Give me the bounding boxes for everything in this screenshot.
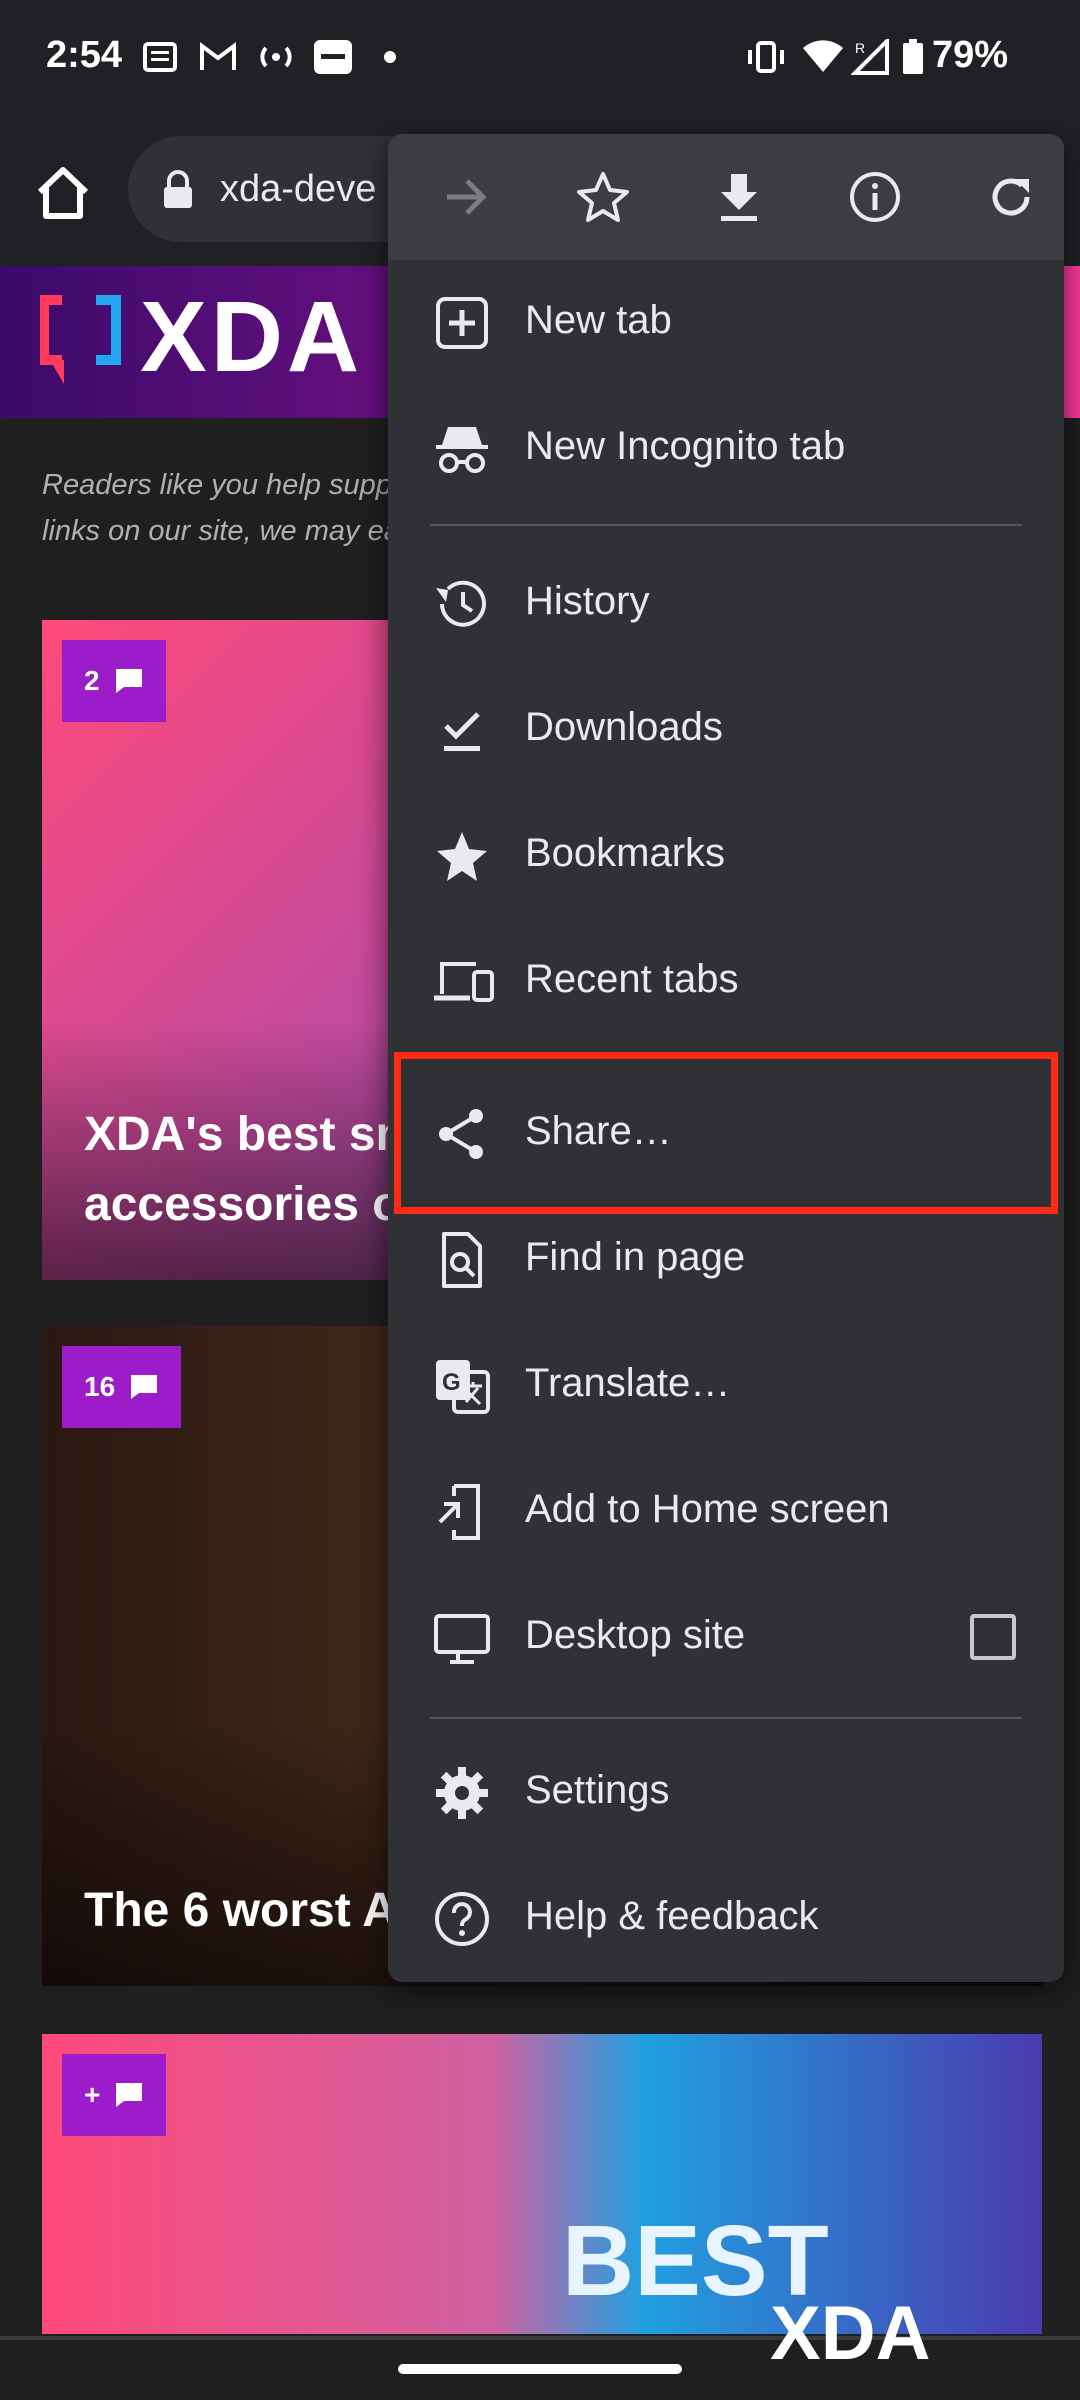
- gear-icon: [432, 1763, 492, 1823]
- hotspot-icon: [254, 38, 298, 76]
- monitor-icon: [432, 1608, 492, 1668]
- xda-logo-mark-icon: [39, 290, 124, 390]
- menu-item-find-in-page[interactable]: Find in page: [388, 1197, 1064, 1323]
- find-in-page-icon: [432, 1230, 492, 1290]
- comment-count: 16: [84, 1371, 116, 1402]
- star-outline-icon: [577, 172, 629, 222]
- vibrate-icon: [744, 38, 788, 76]
- translate-icon: G: [432, 1356, 492, 1416]
- menu-item-recent-tabs[interactable]: Recent tabs: [388, 919, 1064, 1045]
- wifi-icon: [800, 38, 846, 76]
- affiliate-disclaimer: Readers like you help suppo links on our…: [42, 462, 402, 554]
- gmail-icon: [196, 38, 240, 76]
- comment-icon: [131, 1375, 158, 1399]
- bookmark-button[interactable]: [568, 162, 638, 232]
- article-title-line-1: XDA's best sm: [84, 1108, 419, 1161]
- battery-icon: [898, 38, 928, 76]
- comment-icon: [115, 669, 142, 693]
- menu-item-settings[interactable]: Settings: [388, 1730, 1064, 1856]
- menu-item-label: New Incognito tab: [525, 424, 846, 468]
- battery-percentage: 79%: [932, 34, 1009, 76]
- more-notifications-dot-icon: [380, 38, 400, 76]
- share-highlight-box: [394, 1052, 1058, 1214]
- paytm-icon: [312, 38, 354, 76]
- menu-item-label: Downloads: [525, 705, 723, 749]
- svg-text:R: R: [855, 40, 865, 56]
- article-card[interactable]: + BEST: [42, 2034, 1042, 2334]
- menu-item-label: Find in page: [525, 1235, 746, 1279]
- add-to-home-icon: [432, 1482, 492, 1542]
- devices-icon: [432, 952, 494, 1012]
- menu-divider: [430, 524, 1022, 526]
- menu-item-help-feedback[interactable]: Help & feedback: [388, 1856, 1064, 1982]
- forward-button[interactable]: [431, 162, 501, 232]
- menu-item-add-to-home-screen[interactable]: Add to Home screen: [388, 1449, 1064, 1575]
- xda-logo[interactable]: XDA: [140, 280, 363, 395]
- arrow-forward-icon: [447, 179, 487, 215]
- download-icon: [721, 174, 757, 221]
- desktop-site-checkbox[interactable]: [970, 1614, 1016, 1660]
- article-title[interactable]: XDA's best sm accessories o: [84, 1100, 418, 1240]
- comment-badge[interactable]: +: [62, 2054, 167, 2136]
- comment-icon: [116, 2083, 143, 2107]
- menu-item-label: Recent tabs: [525, 957, 739, 1001]
- incognito-icon: [432, 419, 492, 479]
- info-icon: [850, 172, 900, 222]
- star-filled-icon: [432, 826, 492, 886]
- xda-watermark: XDA: [770, 2291, 931, 2376]
- article-title[interactable]: The 6 worst A: [84, 1876, 397, 1946]
- comment-count: 2: [84, 665, 100, 696]
- menu-item-label: New tab: [525, 298, 672, 342]
- menu-action-row: [388, 134, 1064, 260]
- menu-item-label: Settings: [525, 1768, 670, 1812]
- menu-item-downloads[interactable]: Downloads: [388, 667, 1064, 793]
- reload-button[interactable]: [976, 162, 1046, 232]
- download-check-icon: [432, 700, 492, 760]
- article-title-line-2: accessories o: [84, 1178, 402, 1231]
- refresh-icon: [992, 178, 1030, 216]
- help-icon: [432, 1889, 492, 1949]
- menu-divider: [430, 1717, 1022, 1719]
- history-icon: [432, 574, 492, 634]
- home-button[interactable]: [30, 160, 96, 226]
- menu-item-new-tab[interactable]: New tab: [388, 260, 1064, 386]
- download-page-button[interactable]: [704, 162, 774, 232]
- menu-item-label: Help & feedback: [525, 1894, 819, 1938]
- menu-item-history[interactable]: History: [388, 541, 1064, 667]
- status-time: 2:54: [46, 34, 123, 76]
- svg-text:G: G: [442, 1369, 461, 1396]
- menu-item-bookmarks[interactable]: Bookmarks: [388, 793, 1064, 919]
- menu-item-label: Add to Home screen: [525, 1487, 890, 1531]
- comment-count: +: [84, 2079, 101, 2110]
- page-info-button[interactable]: [840, 162, 910, 232]
- menu-item-label: Translate…: [525, 1361, 731, 1405]
- comment-badge[interactable]: 16: [62, 1346, 182, 1428]
- disclaimer-line-1: Readers like you help suppo: [42, 469, 402, 501]
- disclaimer-line-2: links on our site, we may ea: [42, 515, 400, 547]
- menu-item-translate[interactable]: G Translate…: [388, 1323, 1064, 1449]
- gesture-handle[interactable]: [398, 2364, 682, 2374]
- comment-badge[interactable]: 2: [62, 640, 166, 722]
- menu-item-label: History: [525, 579, 650, 623]
- lock-icon: [160, 170, 196, 210]
- menu-item-new-incognito-tab[interactable]: New Incognito tab: [388, 386, 1064, 512]
- menu-item-label: Bookmarks: [525, 831, 726, 875]
- menu-item-desktop-site[interactable]: Desktop site: [388, 1575, 1064, 1701]
- article-title-line-1: The 6 worst A: [84, 1884, 397, 1937]
- menu-item-label: Desktop site: [525, 1613, 746, 1657]
- cell-signal-icon: R: [850, 38, 892, 76]
- news-notification-icon: [140, 38, 180, 76]
- url-text: xda-deve: [220, 168, 377, 210]
- plus-box-icon: [432, 293, 492, 353]
